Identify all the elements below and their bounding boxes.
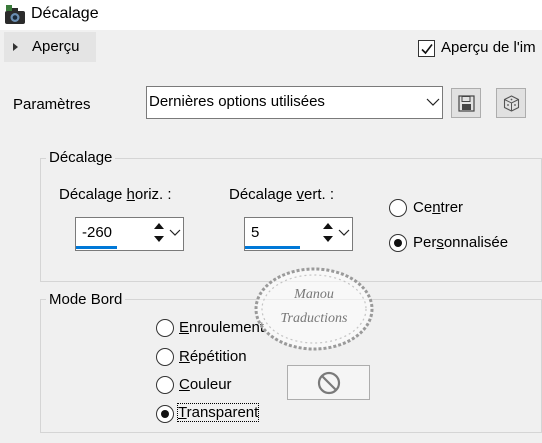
horiz-offset-bar (76, 246, 117, 249)
watermark: Manou Traductions (252, 265, 376, 353)
watermark-line2: Traductions (281, 311, 348, 326)
wrap-radio[interactable] (156, 319, 174, 337)
spin-down-icon[interactable] (323, 236, 333, 242)
dice-icon (503, 95, 520, 112)
random-params-button[interactable] (496, 88, 526, 118)
spin-up-icon[interactable] (323, 223, 333, 229)
vert-offset-value: 5 (251, 224, 260, 241)
vert-offset-input[interactable]: 5 (244, 217, 353, 251)
color-radio-label: Couleur (179, 376, 232, 393)
chevron-down-icon[interactable] (424, 87, 442, 118)
center-radio[interactable] (389, 199, 407, 217)
checkmark-icon (421, 44, 433, 55)
window-title: Décalage (31, 5, 99, 22)
chevron-down-icon[interactable] (168, 226, 182, 240)
spin-up-icon[interactable] (154, 223, 164, 229)
no-entry-icon (317, 371, 341, 395)
offset-group-title: Décalage (46, 149, 116, 166)
vert-offset-label: Décalage vert. : (229, 186, 335, 203)
chevron-down-icon[interactable] (337, 226, 351, 240)
edge-mode-group-title: Mode Bord (46, 291, 126, 308)
watermark-line1: Manou (293, 287, 334, 302)
preview-checkbox[interactable] (418, 40, 435, 57)
save-preset-button[interactable] (451, 88, 481, 118)
custom-radio[interactable] (389, 234, 407, 252)
edge-color-button[interactable] (287, 365, 370, 400)
preview-expander-label: Aperçu (32, 38, 80, 55)
transparent-radio[interactable] (156, 405, 174, 423)
camera-icon (4, 5, 26, 25)
repeat-radio-label: Répétition (179, 348, 247, 365)
center-radio-label: Centrer (413, 199, 464, 216)
save-icon (458, 95, 475, 112)
spin-down-icon[interactable] (154, 236, 164, 242)
preview-expander-button[interactable]: Aperçu (4, 32, 96, 62)
chevron-right-icon (13, 43, 18, 51)
horiz-offset-value: -260 (82, 224, 113, 241)
params-label: Paramètres (13, 96, 91, 113)
horiz-offset-label: Décalage horiz. : (59, 186, 172, 203)
preview-checkbox-label: Aperçu de l'im (441, 39, 536, 56)
custom-radio-label: Personnalisée (413, 234, 509, 251)
preset-dropdown-value: Dernières options utilisées (149, 93, 325, 110)
repeat-radio[interactable] (156, 348, 174, 366)
horiz-offset-input[interactable]: -260 (75, 217, 184, 251)
vert-offset-bar (245, 246, 300, 249)
transparent-radio-label: Transparent (176, 403, 260, 422)
color-radio[interactable] (156, 376, 174, 394)
